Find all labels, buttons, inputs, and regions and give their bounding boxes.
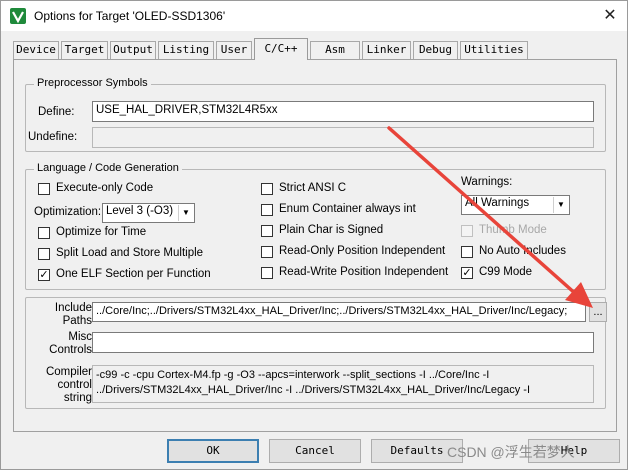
plain-char-label: Plain Char is Signed [279, 224, 384, 236]
tab-asm[interactable]: Asm [310, 41, 360, 59]
one-elf-label: One ELF Section per Function [56, 268, 211, 280]
cancel-button[interactable]: Cancel [269, 439, 361, 463]
title-bar: Options for Target 'OLED-SSD1306' ✕ [1, 1, 627, 31]
include-label-line2: Paths [62, 315, 92, 327]
compiler-string-line2: ../Drivers/STM32L4xx_HAL_Driver/Inc -I .… [96, 384, 531, 396]
chevron-down-icon: ▼ [178, 205, 193, 221]
include-paths-input[interactable]: ../Core/Inc;../Drivers/STM32L4xx_HAL_Dri… [92, 302, 586, 322]
tab-output[interactable]: Output [110, 41, 156, 59]
optimize-time-checkbox[interactable] [38, 227, 50, 239]
optimization-value: Level 3 (-O3) [106, 205, 174, 217]
watermark: CSDN @浮生若梦人 [447, 444, 575, 460]
compiler-label-line1: Compiler [45, 366, 92, 378]
compiler-control-string-label: Compiler control string [28, 366, 92, 405]
undefine-label: Undefine: [28, 131, 78, 143]
no-auto-includes-label: No Auto Includes [479, 245, 566, 257]
chevron-down-icon: ▼ [553, 197, 568, 213]
language-group-title: Language / Code Generation [34, 162, 182, 174]
preprocessor-symbols-group: Preprocessor Symbols Define: USE_HAL_DRI… [25, 77, 606, 152]
enum-container-label: Enum Container always int [279, 203, 416, 215]
compiler-label-line3: string [63, 392, 92, 404]
include-paths-label: Include Paths [28, 302, 92, 328]
c-cpp-tab-panel: Preprocessor Symbols Define: USE_HAL_DRI… [13, 59, 617, 432]
language-code-generation-group: Language / Code Generation Execute-only … [25, 162, 606, 290]
misc-controls-label: Misc Controls [28, 331, 92, 357]
compiler-label-line2: control [57, 379, 92, 391]
c99-mode-label: C99 Mode [479, 266, 533, 278]
split-load-label: Split Load and Store Multiple [56, 247, 204, 259]
ok-button[interactable]: OK [167, 439, 259, 463]
tab-device[interactable]: Device [13, 41, 59, 59]
define-input[interactable]: USE_HAL_DRIVER,STM32L4R5xx [92, 101, 594, 122]
strict-ansi-label: Strict ANSI C [279, 182, 347, 194]
misc-label-line2: Controls [49, 344, 92, 356]
thumb-mode-label: Thumb Mode [479, 224, 547, 236]
tab-user[interactable]: User [216, 41, 252, 59]
warnings-label: Warnings: [461, 176, 513, 188]
compiler-control-string: -c99 -c -cpu Cortex-M4.fp -g -O3 --apcs=… [92, 365, 594, 403]
misc-controls-input[interactable] [92, 332, 594, 353]
c99-mode-checkbox[interactable]: ✓ [461, 267, 473, 279]
tab-utilities[interactable]: Utilities [460, 41, 528, 59]
strict-ansi-checkbox[interactable] [261, 183, 273, 195]
optimization-select[interactable]: Level 3 (-O3) ▼ [102, 203, 195, 223]
misc-label-line1: Misc [68, 331, 92, 343]
rw-position-independent-checkbox[interactable] [261, 267, 273, 279]
warnings-value: All Warnings [465, 197, 530, 209]
keil-uvision-icon [10, 8, 26, 24]
split-load-checkbox[interactable] [38, 248, 50, 260]
tab-c-cpp[interactable]: C/C++ [254, 38, 308, 60]
ro-position-independent-checkbox[interactable] [261, 246, 273, 258]
execute-only-checkbox[interactable] [38, 183, 50, 195]
no-auto-includes-checkbox[interactable] [461, 246, 473, 258]
thumb-mode-checkbox[interactable] [461, 225, 473, 237]
window-title: Options for Target 'OLED-SSD1306' [34, 9, 226, 23]
enum-container-checkbox[interactable] [261, 204, 273, 216]
tab-target[interactable]: Target [61, 41, 108, 59]
optimization-label: Optimization: [34, 206, 102, 218]
include-misc-compiler-group: Include Paths ../Core/Inc;../Drivers/STM… [25, 297, 607, 409]
options-dialog: Options for Target 'OLED-SSD1306' ✕ Devi… [0, 0, 628, 470]
one-elf-checkbox[interactable]: ✓ [38, 269, 50, 281]
warnings-select[interactable]: All Warnings ▼ [461, 195, 570, 215]
compiler-string-line1: -c99 -c -cpu Cortex-M4.fp -g -O3 --apcs=… [96, 369, 490, 381]
plain-char-checkbox[interactable] [261, 225, 273, 237]
undefine-input[interactable] [92, 127, 594, 148]
close-icon[interactable]: ✕ [597, 5, 623, 27]
ro-position-independent-label: Read-Only Position Independent [279, 245, 446, 257]
rw-position-independent-label: Read-Write Position Independent [279, 266, 449, 278]
define-label: Define: [38, 106, 75, 118]
tab-debug[interactable]: Debug [413, 41, 458, 59]
include-label-line1: Include [54, 302, 92, 314]
optimize-time-label: Optimize for Time [56, 226, 147, 238]
tab-listing[interactable]: Listing [158, 41, 214, 59]
include-paths-browse-button[interactable]: ... [589, 302, 607, 322]
preprocessor-group-title: Preprocessor Symbols [34, 77, 151, 89]
tab-linker[interactable]: Linker [362, 41, 411, 59]
execute-only-label: Execute-only Code [56, 182, 154, 194]
